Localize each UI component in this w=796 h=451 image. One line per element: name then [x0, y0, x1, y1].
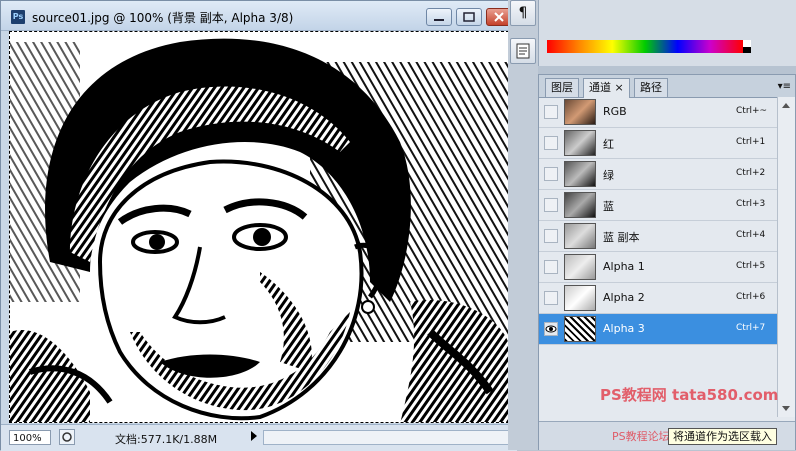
- paragraph-panel-button[interactable]: ¶: [510, 0, 536, 26]
- visibility-toggle[interactable]: [544, 260, 558, 274]
- maximize-icon: [463, 12, 475, 22]
- visibility-toggle[interactable]: [544, 136, 558, 150]
- white-swatch[interactable]: [743, 40, 751, 47]
- channel-row-alpha-3[interactable]: Alpha 3 Ctrl+7: [539, 314, 777, 345]
- notes-panel-button[interactable]: [510, 38, 536, 64]
- visibility-toggle[interactable]: [544, 322, 558, 336]
- channel-thumbnail: [564, 223, 596, 249]
- channel-thumbnail: [564, 316, 596, 342]
- visibility-toggle[interactable]: [544, 229, 558, 243]
- tab-channels[interactable]: 通道 ×: [583, 78, 630, 98]
- tab-channels-label: 通道: [589, 81, 611, 94]
- channel-shortcut: Ctrl+5: [736, 261, 766, 271]
- black-swatch[interactable]: [743, 47, 751, 53]
- channel-thumbnail: [564, 192, 596, 218]
- channel-thumbnail: [564, 99, 596, 125]
- channel-shortcut: Ctrl+6: [736, 292, 766, 302]
- channel-thumbnail: [564, 254, 596, 280]
- channel-row-blue[interactable]: 蓝 Ctrl+3: [539, 190, 777, 221]
- status-menu-arrow-icon[interactable]: [251, 431, 257, 441]
- channel-shortcut: Ctrl+3: [736, 199, 766, 209]
- channel-shortcut: Ctrl+2: [736, 168, 766, 178]
- channel-name: 绿: [603, 169, 614, 182]
- paragraph-icon: ¶: [518, 5, 528, 21]
- minimize-button[interactable]: [426, 8, 452, 26]
- watermark: PS教程网 tata580.com: [600, 386, 779, 404]
- channel-row-rgb[interactable]: RGB Ctrl+~: [539, 97, 777, 128]
- image-canvas[interactable]: [9, 31, 509, 423]
- channel-shortcut: Ctrl+7: [736, 323, 766, 333]
- document-titlebar[interactable]: Ps source01.jpg @ 100% (背景 副本, Alpha 3/8…: [1, 1, 517, 31]
- channel-name: 蓝: [603, 200, 614, 213]
- color-panel: [538, 0, 796, 66]
- sketch-portrait-image: [10, 32, 508, 422]
- channels-scrollbar[interactable]: [777, 97, 795, 417]
- eye-icon: [545, 325, 557, 333]
- channel-row-alpha-1[interactable]: Alpha 1 Ctrl+5: [539, 252, 777, 283]
- visibility-toggle[interactable]: [544, 291, 558, 305]
- panel-tabs: 图层 通道 × 路径 ▾≡: [539, 75, 795, 98]
- panel-dock-strip: [508, 0, 538, 450]
- document-info: 文档:577.1K/1.88M: [115, 433, 218, 446]
- status-options-button[interactable]: [59, 429, 75, 445]
- zoom-field[interactable]: 100%: [9, 430, 51, 445]
- minimize-icon: [434, 19, 444, 21]
- channel-row-blue-copy[interactable]: 蓝 副本 Ctrl+4: [539, 221, 777, 252]
- panel-menu-icon[interactable]: ▾≡: [778, 81, 791, 92]
- visibility-toggle[interactable]: [544, 198, 558, 212]
- channel-name: Alpha 2: [603, 291, 645, 304]
- channel-shortcut: Ctrl+~: [736, 106, 768, 116]
- tooltip: 将通道作为选区载入: [668, 428, 777, 445]
- horizontal-scrollbar[interactable]: [263, 430, 511, 445]
- visibility-toggle[interactable]: [544, 105, 558, 119]
- tab-layers[interactable]: 图层: [545, 78, 579, 97]
- watermark-subtext: PS教程论坛: [612, 430, 670, 443]
- notes-icon: [516, 43, 530, 59]
- maximize-button[interactable]: [456, 8, 482, 26]
- status-bar: 100% 文档:577.1K/1.88M: [1, 424, 517, 451]
- channel-thumbnail: [564, 285, 596, 311]
- visibility-toggle[interactable]: [544, 167, 558, 181]
- status-options-icon: [62, 432, 72, 442]
- scroll-up-icon[interactable]: [782, 103, 790, 108]
- channel-name: Alpha 1: [603, 260, 645, 273]
- document-title: source01.jpg @ 100% (背景 副本, Alpha 3/8): [32, 11, 294, 25]
- color-spectrum-bar[interactable]: [547, 40, 743, 53]
- channel-name: RGB: [603, 105, 627, 118]
- channel-row-red[interactable]: 红 Ctrl+1: [539, 128, 777, 159]
- photoshop-icon: Ps: [11, 10, 25, 24]
- document-window: Ps source01.jpg @ 100% (背景 副本, Alpha 3/8…: [0, 0, 517, 451]
- channel-thumbnail: [564, 161, 596, 187]
- tab-paths[interactable]: 路径: [634, 78, 668, 97]
- scroll-down-icon[interactable]: [782, 406, 790, 411]
- tab-paths-label: 路径: [640, 81, 662, 94]
- channel-row-green[interactable]: 绿 Ctrl+2: [539, 159, 777, 190]
- channel-shortcut: Ctrl+4: [736, 230, 766, 240]
- tab-layers-label: 图层: [551, 81, 573, 94]
- channel-name: 蓝 副本: [603, 231, 640, 244]
- channel-name: 红: [603, 138, 614, 151]
- tab-close-icon[interactable]: ×: [615, 81, 624, 94]
- channel-name: Alpha 3: [603, 322, 645, 335]
- channel-shortcut: Ctrl+1: [736, 137, 766, 147]
- channel-row-alpha-2[interactable]: Alpha 2 Ctrl+6: [539, 283, 777, 314]
- channel-thumbnail: [564, 130, 596, 156]
